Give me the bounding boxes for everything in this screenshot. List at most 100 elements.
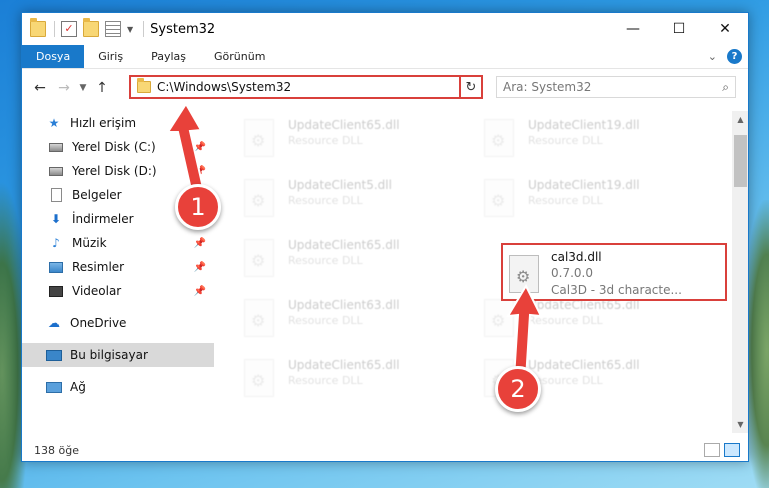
- scroll-up-icon[interactable]: ▲: [732, 111, 748, 128]
- minimize-button[interactable]: —: [610, 13, 656, 45]
- chevron-down-icon[interactable]: ▼: [127, 25, 133, 34]
- scroll-down-icon[interactable]: ▼: [732, 416, 748, 433]
- list-item[interactable]: UpdateClient65.dllResource DLL: [244, 117, 474, 161]
- search-input[interactable]: [503, 80, 723, 94]
- dll-file-icon: [509, 255, 539, 293]
- file-description: Resource DLL: [528, 374, 603, 387]
- pin-icon[interactable]: 📌: [194, 166, 206, 177]
- help-icon[interactable]: ?: [727, 49, 742, 64]
- list-item[interactable]: UpdateClient19.dll Resource DLL: [484, 177, 714, 221]
- back-arrow-icon[interactable]: ←: [28, 80, 52, 96]
- new-folder-icon[interactable]: [83, 18, 99, 37]
- file-name: cal3d.dll: [551, 250, 602, 264]
- pin-icon[interactable]: 📌: [194, 286, 206, 297]
- file-name: UpdateClient5.dll: [288, 178, 392, 192]
- tab-home[interactable]: Giriş: [84, 45, 137, 68]
- file-description: Resource DLL: [288, 194, 363, 207]
- maximize-button[interactable]: ☐: [656, 13, 702, 45]
- file-description: Resource DLL: [528, 194, 603, 207]
- tab-share[interactable]: Paylaş: [137, 45, 200, 68]
- up-arrow-icon[interactable]: ↑: [90, 80, 114, 96]
- sidebar-item-label: OneDrive: [70, 316, 127, 330]
- file-description: Cal3D - 3d characte...: [551, 283, 682, 297]
- downloads-icon: ⬇: [50, 212, 62, 226]
- search-box[interactable]: ⌕: [496, 76, 736, 98]
- file-description: Resource DLL: [288, 374, 363, 387]
- close-button[interactable]: ✕: [702, 13, 748, 45]
- videos-icon: [48, 284, 64, 298]
- pin-icon[interactable]: 📌: [194, 142, 206, 153]
- customize-icon[interactable]: [105, 21, 121, 37]
- disk-icon: [48, 164, 64, 178]
- explorer-window: ✓ ▼ System32 — ☐ ✕ Dosya Giriş Paylaş Gö…: [21, 12, 749, 462]
- refresh-button[interactable]: ↻: [459, 75, 483, 99]
- sidebar-item-network[interactable]: Ağ: [22, 375, 214, 399]
- sidebar-item-local-disk-d[interactable]: Yerel Disk (D:) 📌: [22, 159, 214, 183]
- cloud-icon: ☁: [48, 316, 60, 330]
- dll-file-icon: [484, 299, 514, 337]
- status-bar: 138 öğe: [22, 439, 748, 461]
- item-count: 138 öğe: [34, 443, 79, 457]
- file-description: Resource DLL: [288, 134, 363, 147]
- address-bar[interactable]: C:\Windows\System32 ⌄: [129, 75, 481, 99]
- search-icon[interactable]: ⌕: [722, 80, 729, 95]
- refresh-icon: ↻: [465, 79, 477, 95]
- toolbar-divider: [54, 21, 55, 37]
- file-name: UpdateClient65.dll: [288, 238, 400, 252]
- properties-check-icon[interactable]: ✓: [61, 21, 77, 37]
- music-icon: ♪: [52, 236, 60, 250]
- callout-badge-2: 2: [495, 366, 541, 412]
- tab-view[interactable]: Görünüm: [200, 45, 279, 68]
- sidebar-item-label: Belgeler: [72, 188, 122, 202]
- sidebar-item-quick-access[interactable]: ★ Hızlı erişim: [22, 111, 214, 135]
- window-title: System32: [150, 21, 216, 37]
- sidebar-item-pictures[interactable]: Resimler 📌: [22, 255, 214, 279]
- dll-file-icon: [244, 359, 274, 397]
- list-item[interactable]: UpdateClient65.dllResource DLL: [484, 297, 714, 341]
- list-item[interactable]: UpdateClient63.dll Resource DLL: [244, 297, 474, 341]
- toolbar-divider: [143, 21, 145, 37]
- list-item[interactable]: UpdateClient19.dll Resource DLL: [484, 117, 714, 161]
- sidebar-item-videos[interactable]: Videolar 📌: [22, 279, 214, 303]
- list-item[interactable]: UpdateClient65.dll Resource DLL: [244, 357, 474, 401]
- sidebar-item-label: İndirmeler: [72, 212, 134, 226]
- sidebar-item-label: Bu bilgisayar: [70, 348, 148, 362]
- expand-ribbon-chevron-icon[interactable]: ⌄: [708, 50, 717, 63]
- ribbon-tabs: Dosya Giriş Paylaş Görünüm ⌄ ?: [22, 45, 748, 69]
- sidebar-item-label: Ağ: [70, 380, 86, 394]
- vertical-scrollbar[interactable]: ▲ ▼: [732, 111, 748, 433]
- documents-icon: [48, 188, 64, 202]
- tab-file[interactable]: Dosya: [22, 45, 85, 68]
- quick-access-toolbar: ✓ ▼: [22, 18, 150, 37]
- details-view-icon[interactable]: [704, 443, 720, 457]
- list-item[interactable]: UpdateClient5.dll Resource DLL: [244, 177, 474, 221]
- sidebar-item-label: Müzik: [72, 236, 107, 250]
- file-name: UpdateClient63.dll: [288, 298, 400, 312]
- disk-icon: [48, 140, 64, 154]
- sidebar-item-local-disk-c[interactable]: Yerel Disk (C:) 📌: [22, 135, 214, 159]
- sidebar-item-this-pc[interactable]: Bu bilgisayar: [22, 343, 214, 367]
- pin-icon[interactable]: 📌: [194, 262, 206, 273]
- sidebar-item-music[interactable]: ♪ Müzik 📌: [22, 231, 214, 255]
- address-path[interactable]: C:\Windows\System32: [157, 80, 461, 94]
- window-controls: — ☐ ✕: [610, 13, 748, 45]
- network-icon: [46, 380, 62, 394]
- recent-locations-chevron-icon[interactable]: ▼: [76, 83, 90, 93]
- dll-file-icon: [244, 119, 274, 157]
- scrollbar-thumb[interactable]: [734, 135, 747, 187]
- file-name: UpdateClient65.dll: [288, 358, 400, 372]
- file-name: UpdateClient65.dll: [528, 358, 640, 372]
- dll-file-icon: [484, 179, 514, 217]
- dll-file-icon: [244, 239, 274, 277]
- sidebar-item-label: Videolar: [72, 284, 122, 298]
- selected-file-cal3d[interactable]: cal3d.dll 0.7.0.0 Cal3D - 3d characte...: [501, 243, 727, 301]
- sidebar-item-onedrive[interactable]: ☁ OneDrive: [22, 311, 214, 335]
- sidebar-item-label: Hızlı erişim: [70, 116, 137, 130]
- forward-arrow-icon[interactable]: →: [52, 80, 76, 96]
- list-item[interactable]: UpdateClient65.dllResource DLL: [244, 237, 474, 281]
- tiles-view-icon[interactable]: [724, 443, 740, 457]
- folder-icon: [30, 18, 46, 37]
- pin-icon[interactable]: 📌: [194, 238, 206, 249]
- file-description: Resource DLL: [528, 314, 603, 327]
